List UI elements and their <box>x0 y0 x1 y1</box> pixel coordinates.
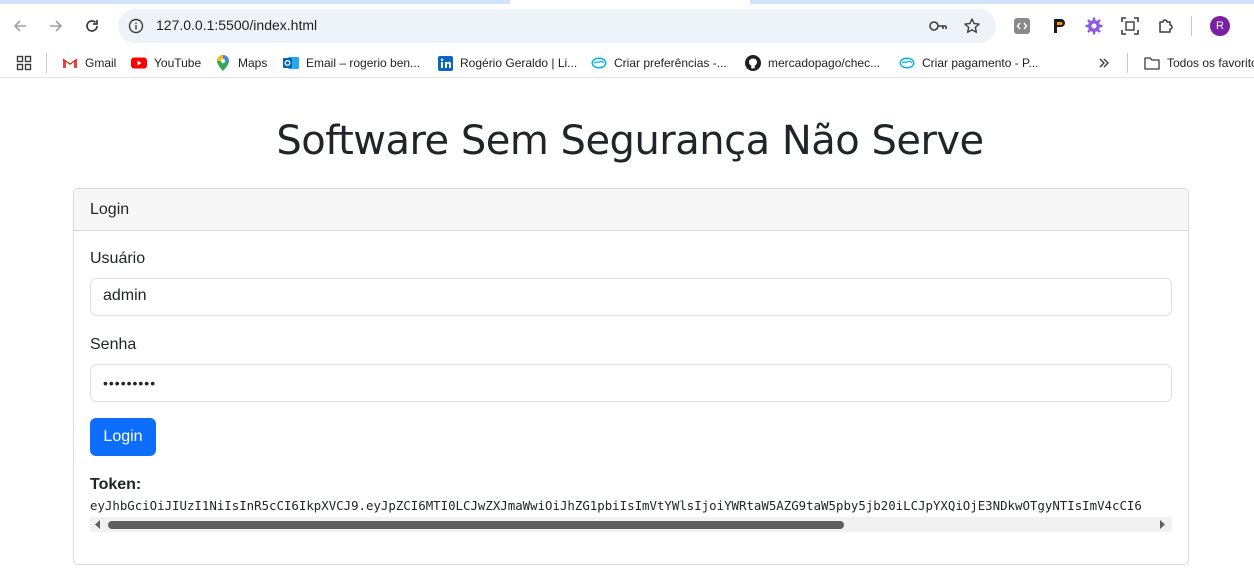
bookmarks-divider <box>1127 53 1128 73</box>
maps-icon <box>215 55 231 71</box>
bookmark-github[interactable]: mercadopago/chec... <box>745 54 880 72</box>
profile-avatar[interactable]: R <box>1210 16 1230 36</box>
linkedin-icon <box>437 55 453 71</box>
password-key-icon[interactable] <box>928 18 948 39</box>
bookmark-youtube[interactable]: YouTube <box>131 54 201 72</box>
youtube-icon <box>131 55 147 71</box>
github-icon <box>745 55 761 71</box>
mercadopago-icon <box>591 55 607 71</box>
apps-grid-icon[interactable] <box>16 54 32 72</box>
token-container: eyJhbGciOiJIUzI1NiIsInR5cCI6IkpXVCJ9.eyJ… <box>90 498 1172 534</box>
password-label: Senha <box>90 336 137 353</box>
toolbar-divider <box>1191 16 1192 36</box>
token-value: eyJhbGciOiJIUzI1NiIsInR5cCI6IkpXVCJ9.eyJ… <box>90 498 1142 513</box>
page-title: Software Sem Segurança Não Serve <box>276 118 984 164</box>
bookmark-label: Email – rogerio ben... <box>306 56 421 70</box>
login-button[interactable]: Login <box>90 418 156 456</box>
bookmark-label: Criar preferências -... <box>614 56 727 70</box>
extension-p-icon[interactable] <box>1051 17 1067 40</box>
forward-button[interactable] <box>40 10 72 42</box>
password-input[interactable]: ••••••••• <box>90 364 1172 402</box>
mercadopago-icon <box>899 55 915 71</box>
devtools-extension-icon[interactable] <box>1013 17 1031 40</box>
scrollbar-thumb[interactable] <box>108 521 844 529</box>
scroll-left-icon[interactable] <box>94 520 102 529</box>
site-info-icon[interactable] <box>128 18 144 39</box>
all-bookmarks-folder[interactable]: Todos os favoritos <box>1144 54 1254 72</box>
login-card: Login Usuário admin Senha ••••••••• Logi… <box>73 188 1189 565</box>
bookmark-gmail[interactable]: Gmail <box>62 54 116 72</box>
screen-capture-icon[interactable] <box>1121 17 1139 40</box>
bookmark-label: YouTube <box>154 56 202 70</box>
address-bar[interactable]: 127.0.0.1:5500/index.html <box>118 9 996 43</box>
arrow-left-icon <box>13 20 26 32</box>
extension-gear-icon[interactable] <box>1085 17 1103 40</box>
bookmark-label: Gmail <box>85 56 117 70</box>
back-button[interactable] <box>4 10 36 42</box>
url-text[interactable]: 127.0.0.1:5500/index.html <box>156 17 317 33</box>
card-header: Login <box>74 189 1188 231</box>
bookmark-label: Rogério Geraldo | Li... <box>460 56 578 70</box>
bookmark-folder-label: Todos os favoritos <box>1167 56 1254 70</box>
scroll-right-icon[interactable] <box>1158 520 1166 529</box>
folder-icon <box>1144 55 1160 71</box>
outlook-icon <box>283 55 299 71</box>
bookmark-outlook[interactable]: Email – rogerio ben... <box>283 54 420 72</box>
extensions-puzzle-icon[interactable] <box>1157 17 1175 40</box>
bookmark-mercadopago-2[interactable]: Criar pagamento - P... <box>899 54 1039 72</box>
bookmark-mercadopago-1[interactable]: Criar preferências -... <box>591 54 727 72</box>
more-bookmarks-chevron-icon[interactable] <box>1097 54 1111 72</box>
gmail-icon <box>62 55 78 71</box>
bookmark-star-icon[interactable] <box>963 17 981 40</box>
reload-icon <box>86 20 98 32</box>
browser-toolbar: 127.0.0.1:5500/index.html R <box>0 4 1254 48</box>
reload-button[interactable] <box>76 10 108 42</box>
horizontal-scrollbar[interactable] <box>90 517 1172 532</box>
bookmarks-divider <box>46 53 47 73</box>
token-label: Token: <box>90 476 142 493</box>
bookmark-linkedin[interactable]: Rogério Geraldo | Li... <box>437 54 577 72</box>
bookmark-label: mercadopago/chec... <box>768 56 881 70</box>
username-label: Usuário <box>90 250 146 267</box>
bookmarks-bar: Gmail YouTube Maps Email – rogerio ben..… <box>0 48 1254 78</box>
bookmark-maps[interactable]: Maps <box>215 54 267 72</box>
bookmark-label: Maps <box>238 56 268 70</box>
bookmark-label: Criar pagamento - P... <box>922 56 1039 70</box>
arrow-right-icon <box>50 20 63 32</box>
username-input[interactable]: admin <box>90 278 1172 316</box>
